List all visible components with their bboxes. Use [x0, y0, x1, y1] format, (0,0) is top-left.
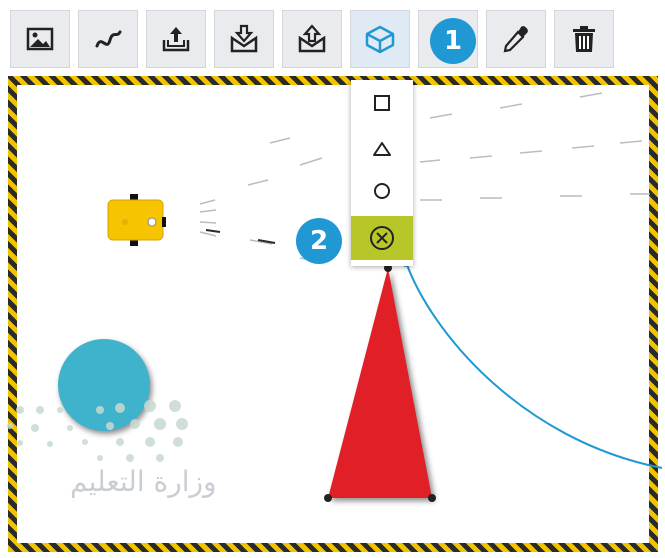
- circle-x-icon: [370, 226, 394, 250]
- red-triangle[interactable]: [324, 264, 436, 502]
- watermark-text: وزارة التعليم: [70, 465, 217, 498]
- robot[interactable]: [107, 194, 166, 246]
- shape-delete-option[interactable]: [351, 216, 413, 260]
- triangle-icon: [373, 142, 391, 156]
- callout-connector-line: [405, 261, 663, 469]
- shape-menu: [351, 80, 413, 266]
- step-badge-2: 2: [296, 218, 342, 264]
- circle-icon: [374, 183, 390, 199]
- shape-square-option[interactable]: [351, 82, 413, 124]
- shape-circle-option[interactable]: [351, 170, 413, 212]
- square-icon: [374, 95, 390, 111]
- shape-triangle-option[interactable]: [351, 128, 413, 170]
- sensor-rays: [199, 92, 650, 263]
